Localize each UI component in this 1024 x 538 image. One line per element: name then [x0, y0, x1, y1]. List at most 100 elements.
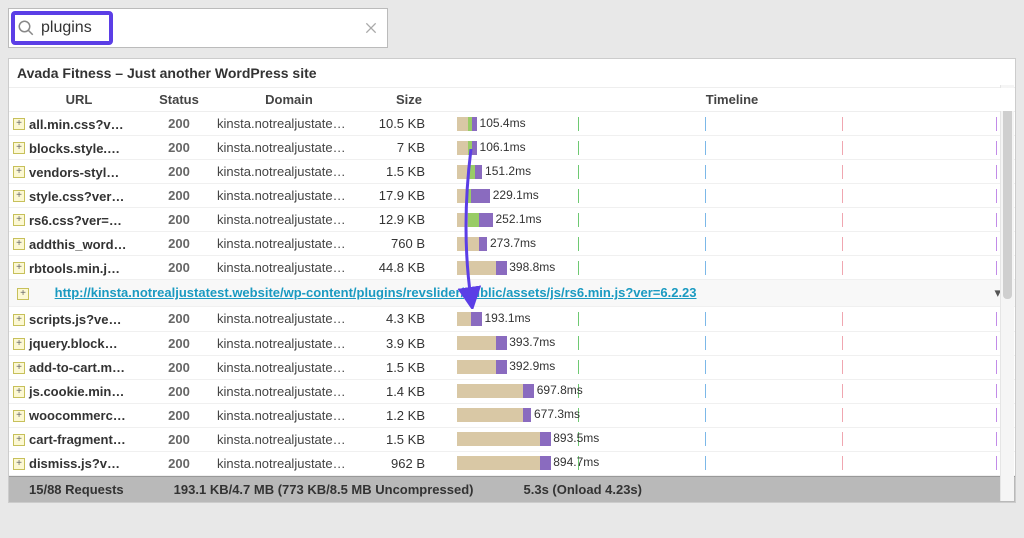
- page-title: Avada Fitness – Just another WordPress s…: [9, 59, 1015, 87]
- timeline-cell: 392.9ms: [449, 355, 1015, 379]
- timeline-cell: 398.8ms: [449, 256, 1015, 280]
- time-label: 697.8ms: [537, 383, 583, 397]
- time-label: 193.1ms: [485, 311, 531, 325]
- size-cell: 10.5 KB: [369, 112, 449, 136]
- url-text: rbtools.min.j…: [29, 261, 120, 276]
- status-cell: 200: [149, 256, 209, 280]
- size-cell: 44.8 KB: [369, 256, 449, 280]
- time-label: 151.2ms: [485, 164, 531, 178]
- table-row[interactable]: +blocks.style.… 200 kinsta.notrealjustat…: [9, 136, 1015, 160]
- size-cell: 7 KB: [369, 136, 449, 160]
- domain-cell: kinsta.notrealjustate…: [209, 160, 369, 184]
- domain-cell: kinsta.notrealjustate…: [209, 136, 369, 160]
- url-text: addthis_word…: [29, 237, 127, 252]
- table-row[interactable]: + jquery.block… 200 kinsta.notrealjustate…: [9, 331, 1015, 355]
- time-label: 252.1ms: [496, 212, 542, 226]
- time-label: 106.1ms: [480, 140, 526, 154]
- network-panel: Avada Fitness – Just another WordPress s…: [8, 58, 1016, 503]
- time-label: 893.5ms: [553, 431, 599, 445]
- url-text: jquery.block…: [29, 336, 118, 351]
- url-text: scripts.js?ve…: [29, 312, 122, 327]
- size-cell: 760 B: [369, 232, 449, 256]
- status-cell: 200: [149, 112, 209, 136]
- domain-cell: kinsta.notrealjustate…: [209, 184, 369, 208]
- requests-table: URL Status Domain Size Timeline +all.min…: [9, 87, 1015, 476]
- domain-cell: kinsta.notrealjustate…: [209, 331, 369, 355]
- table-row[interactable]: +scripts.js?ve… 200 kinsta.notrealjustat…: [9, 307, 1015, 331]
- domain-cell: kinsta.notrealjustate…: [209, 208, 369, 232]
- status-cell: 200: [149, 184, 209, 208]
- expand-icon[interactable]: +: [13, 410, 25, 422]
- timeline-cell: 151.2ms: [449, 160, 1015, 184]
- table-row[interactable]: +woocommerc… 200 kinsta.notrealjustate… …: [9, 403, 1015, 427]
- col-size[interactable]: Size: [369, 88, 449, 112]
- timeline-cell: 252.1ms: [449, 208, 1015, 232]
- table-row[interactable]: +cart-fragment… 200 kinsta.notrealjustat…: [9, 427, 1015, 451]
- summary-requests: 15/88 Requests: [29, 482, 124, 497]
- expand-icon[interactable]: +: [13, 338, 25, 350]
- table-row[interactable]: +dismiss.js?v… 200 kinsta.notrealjustate…: [9, 451, 1015, 475]
- col-timeline[interactable]: Timeline: [449, 88, 1015, 112]
- col-domain[interactable]: Domain: [209, 88, 369, 112]
- expand-icon[interactable]: +: [13, 262, 25, 274]
- timeline-cell: 893.5ms: [449, 427, 1015, 451]
- timeline-cell: 193.1ms: [449, 307, 1015, 331]
- search-icon: [17, 19, 35, 37]
- table-row[interactable]: +rs6.css?ver=… 200 kinsta.notrealjustate…: [9, 208, 1015, 232]
- status-cell: 200: [149, 403, 209, 427]
- expand-icon[interactable]: +: [17, 288, 29, 300]
- time-label: 392.9ms: [509, 359, 555, 373]
- status-cell: 200: [149, 427, 209, 451]
- table-row[interactable]: +js.cookie.min… 200 kinsta.notrealjustat…: [9, 379, 1015, 403]
- status-cell: 200: [149, 355, 209, 379]
- size-cell: 962 B: [369, 451, 449, 475]
- expand-icon[interactable]: +: [13, 314, 25, 326]
- table-row[interactable]: + http://kinsta.notrealjustatest.website…: [9, 280, 1015, 307]
- status-cell: 200: [149, 379, 209, 403]
- status-cell: 200: [149, 160, 209, 184]
- table-row[interactable]: +rbtools.min.j… 200 kinsta.notrealjustat…: [9, 256, 1015, 280]
- expanded-url-link[interactable]: http://kinsta.notrealjustatest.website/w…: [55, 285, 697, 300]
- url-text: woocommerc…: [29, 408, 126, 423]
- expand-icon[interactable]: +: [13, 118, 25, 130]
- expand-icon[interactable]: +: [13, 434, 25, 446]
- table-row[interactable]: +addthis_word… 200 kinsta.notrealjustate…: [9, 232, 1015, 256]
- size-cell: 1.5 KB: [369, 427, 449, 451]
- size-cell: 4.3 KB: [369, 307, 449, 331]
- summary-time: 5.3s (Onload 4.23s): [524, 482, 643, 497]
- domain-cell: kinsta.notrealjustate…: [209, 112, 369, 136]
- time-label: 273.7ms: [490, 236, 536, 250]
- search-bar[interactable]: [8, 8, 388, 48]
- expand-icon[interactable]: +: [13, 386, 25, 398]
- size-cell: 12.9 KB: [369, 208, 449, 232]
- table-row[interactable]: + vendors-styl… 200 kinsta.notrealjustate…: [9, 160, 1015, 184]
- table-header-row: URL Status Domain Size Timeline: [9, 88, 1015, 112]
- timeline-cell: 273.7ms: [449, 232, 1015, 256]
- col-status[interactable]: Status: [149, 88, 209, 112]
- expand-icon[interactable]: +: [13, 458, 25, 470]
- timeline-cell: 393.7ms: [449, 331, 1015, 355]
- expand-icon[interactable]: +: [13, 238, 25, 250]
- table-row[interactable]: +add-to-cart.m… 200 kinsta.notrealjustat…: [9, 355, 1015, 379]
- url-text: blocks.style.…: [29, 141, 120, 156]
- expand-icon[interactable]: +: [13, 190, 25, 202]
- size-cell: 1.2 KB: [369, 403, 449, 427]
- table-row[interactable]: +all.min.css?v… 200 kinsta.notrealjustat…: [9, 112, 1015, 136]
- url-text: vendors-styl…: [29, 165, 119, 180]
- clear-icon[interactable]: [363, 20, 379, 36]
- summary-bar: 15/88 Requests 193.1 KB/4.7 MB (773 KB/8…: [9, 476, 1015, 502]
- expand-icon[interactable]: +: [13, 362, 25, 374]
- timeline-cell: 677.3ms: [449, 403, 1015, 427]
- size-cell: 1.5 KB: [369, 355, 449, 379]
- table-row[interactable]: +style.css?ver… 200 kinsta.notrealjustat…: [9, 184, 1015, 208]
- expand-icon[interactable]: +: [13, 166, 25, 178]
- timeline-cell: 229.1ms: [449, 184, 1015, 208]
- search-input[interactable]: [41, 19, 363, 37]
- col-url[interactable]: URL: [9, 88, 149, 112]
- expand-icon[interactable]: +: [13, 214, 25, 226]
- expand-icon[interactable]: +: [13, 142, 25, 154]
- status-cell: 200: [149, 331, 209, 355]
- status-cell: 200: [149, 451, 209, 475]
- domain-cell: kinsta.notrealjustate…: [209, 379, 369, 403]
- time-label: 398.8ms: [509, 260, 555, 274]
